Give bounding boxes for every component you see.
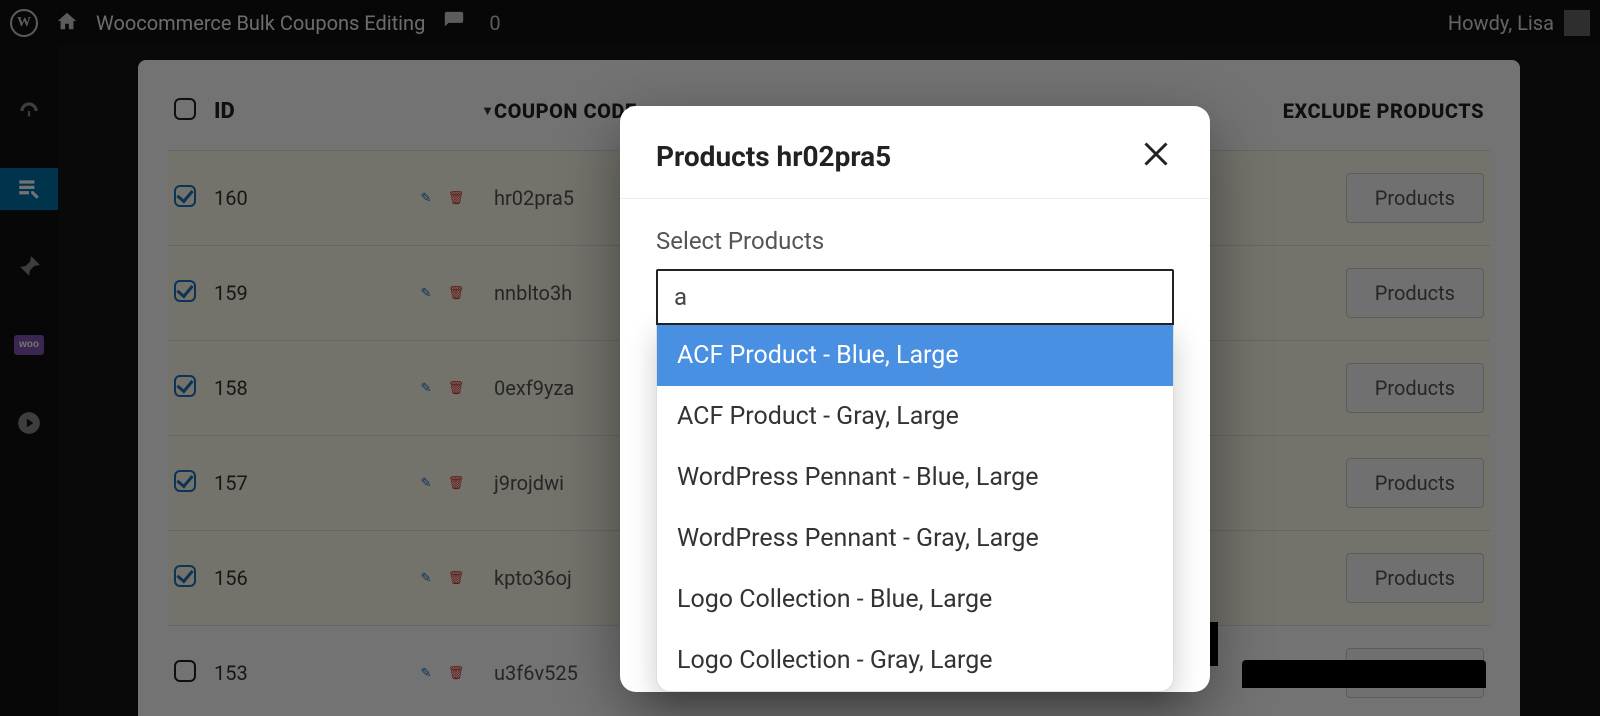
products-dropdown: ACF Product - Blue, LargeACF Product - G…	[656, 325, 1174, 692]
product-option[interactable]: Logo Collection - Blue, Large	[657, 569, 1173, 630]
close-icon[interactable]	[1138, 136, 1174, 176]
product-option[interactable]: WordPress Pennant - Blue, Large	[657, 447, 1173, 508]
product-option[interactable]: ACF Product - Gray, Large	[657, 386, 1173, 447]
product-option[interactable]: ACF Product - Blue, Large	[657, 325, 1173, 386]
product-option[interactable]: WordPress Pennant - Gray, Large	[657, 508, 1173, 569]
select-products-label: Select Products	[656, 227, 1174, 255]
product-option[interactable]: Logo Collection - Gray, Large	[657, 630, 1173, 691]
select-products-input[interactable]	[656, 269, 1174, 325]
modal-title: Products hr02pra5	[656, 140, 891, 173]
products-modal: Products hr02pra5 Select Products ACF Pr…	[620, 106, 1210, 692]
